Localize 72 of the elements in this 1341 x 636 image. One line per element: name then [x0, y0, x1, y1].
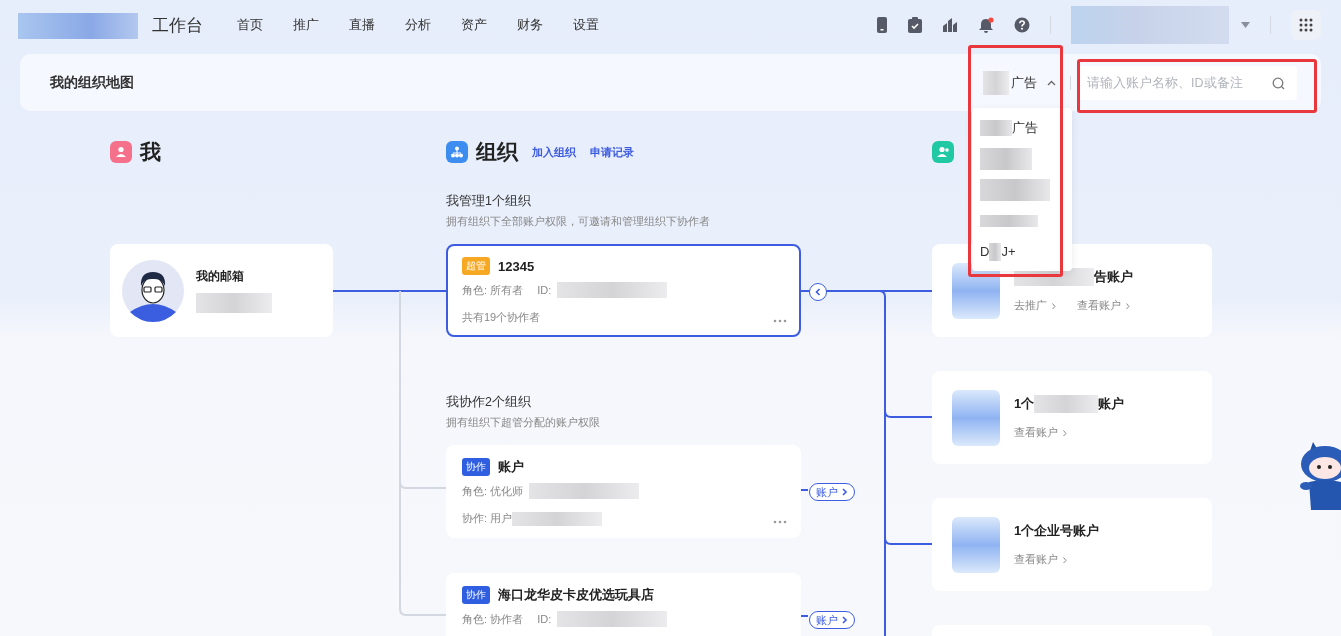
header-link[interactable]: 加入组织: [532, 144, 576, 160]
collaborator-info: 共有19个协作者: [462, 310, 541, 325]
account-card[interactable]: 1个企业号账户 查看账户: [932, 498, 1212, 591]
hierarchy-icon: [446, 141, 468, 163]
chevron-icon: [1062, 555, 1068, 564]
organization-name: 12345: [498, 258, 535, 274]
nav-link[interactable]: 设置: [573, 16, 629, 34]
section-title: 我协作2个组织: [446, 394, 532, 411]
app-title: 工作台: [152, 14, 203, 37]
help-icon[interactable]: [1014, 17, 1030, 33]
redacted-block: [1034, 395, 1099, 413]
nav-link[interactable]: 财务: [517, 16, 573, 34]
section-description: 拥有组织下全部账户权限，可邀请和管理组织下协作者: [446, 214, 711, 229]
column-heading: 我: [140, 139, 161, 165]
chevron-icon: [1051, 301, 1057, 310]
account-title: 账户: [1098, 395, 1125, 413]
grid-icon: [1299, 18, 1313, 32]
person-icon: [110, 141, 132, 163]
search-icon: [1272, 76, 1285, 90]
chevron-icon: [814, 288, 822, 296]
phone-icon[interactable]: [876, 17, 888, 33]
nav-link[interactable]: 直播: [349, 16, 405, 34]
column-heading: 组织: [476, 139, 518, 165]
role-badge: 超管: [462, 257, 490, 275]
header-link[interactable]: 申请记录: [590, 144, 634, 160]
caret-icon[interactable]: [1241, 22, 1250, 28]
nav-link[interactable]: 推广: [293, 16, 349, 34]
nav-link[interactable]: 分析: [405, 16, 461, 34]
menu-item[interactable]: 广告: [972, 112, 1072, 143]
role-badge: 协作: [462, 458, 490, 476]
card-title: 我的邮箱: [196, 268, 245, 285]
role-label: 角色: 协作者: [462, 611, 524, 627]
chevron-icon: [1062, 428, 1068, 437]
bell-icon[interactable]: [978, 16, 994, 34]
redacted-block: [952, 516, 1000, 573]
account-link[interactable]: 查看账户: [1077, 298, 1131, 313]
section-title: 我管理1个组织: [446, 193, 532, 210]
organization-name: 海口龙华皮卡皮优选玩具店: [498, 586, 654, 604]
nav-link[interactable]: 首页: [237, 16, 293, 34]
panel-title: 我的组织地图: [50, 73, 134, 92]
collapse-button[interactable]: [809, 283, 827, 301]
role-label: 角色: 优化师: [462, 483, 524, 499]
collaborator-info: 协作: 用户: [462, 511, 513, 526]
more-icon[interactable]: [773, 319, 787, 323]
chevron-icon: [841, 488, 848, 496]
accounts-button[interactable]: 账户: [809, 611, 855, 629]
avatar-drawing: [122, 259, 184, 322]
account-title: 1个企业号账户: [1014, 522, 1100, 540]
account-title: 告账户: [1094, 268, 1133, 286]
chart-icon[interactable]: [942, 17, 958, 33]
account-title: 1个: [1014, 395, 1035, 413]
nav-link[interactable]: 资产: [461, 16, 517, 34]
accounts-button[interactable]: 账户: [809, 483, 855, 501]
chevron-icon: [1125, 301, 1131, 310]
id-label: ID:: [537, 284, 552, 296]
section-description: 拥有组织下超管分配的账户权限: [446, 415, 601, 430]
filter-dropdown[interactable]: 广告: [977, 70, 1062, 95]
account-link[interactable]: 查看账户: [1014, 552, 1068, 567]
organization-name: 账户: [498, 458, 524, 476]
account-link[interactable]: 去推广: [1014, 298, 1057, 313]
account-link[interactable]: 查看账户: [1014, 425, 1068, 440]
chevron-icon: [841, 616, 848, 624]
role-label: 角色: 所有者: [462, 282, 524, 298]
clipboard-icon[interactable]: [908, 17, 922, 33]
more-icon[interactable]: [773, 520, 787, 524]
id-label: ID:: [537, 613, 552, 625]
apps-button[interactable]: [1291, 10, 1321, 40]
search-field[interactable]: 请输入账户名称、ID或备注: [1079, 65, 1297, 100]
redacted-block: [952, 389, 1000, 446]
role-badge: 协作: [462, 586, 490, 604]
account-card[interactable]: 1个 账户 查看账户: [932, 371, 1212, 464]
people-icon: [932, 141, 954, 163]
